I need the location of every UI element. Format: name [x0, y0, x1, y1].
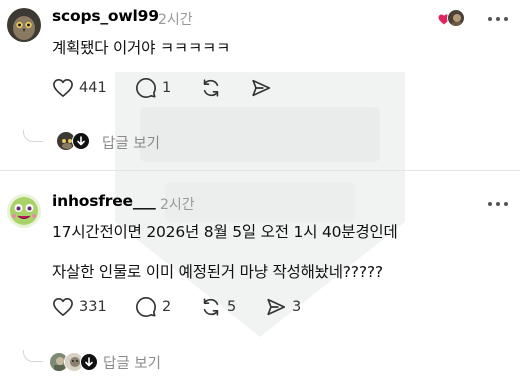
repost-button[interactable]	[200, 77, 227, 99]
view-replies-link[interactable]: 답글 보기	[102, 132, 160, 153]
reaction-avatar	[447, 9, 465, 27]
avatar[interactable]	[7, 8, 41, 42]
comment-icon	[136, 297, 156, 317]
share-button[interactable]: 3	[265, 296, 301, 318]
avatar[interactable]	[7, 194, 41, 228]
like-count: 441	[79, 80, 107, 96]
repost-icon	[203, 79, 219, 97]
username[interactable]: scops_owl99	[52, 7, 159, 25]
more-horizontal-icon[interactable]	[486, 14, 510, 24]
repost-icon	[203, 298, 219, 316]
comment-count: 2	[162, 299, 172, 315]
thread-connector	[23, 130, 43, 142]
share-count: 3	[292, 299, 302, 315]
share-button[interactable]	[250, 77, 277, 99]
comment-button[interactable]: 1	[135, 77, 171, 99]
username[interactable]: inhosfree___	[52, 192, 156, 210]
send-icon	[267, 298, 286, 316]
arrow-down-icon	[80, 353, 98, 371]
send-icon	[252, 79, 271, 97]
like-count: 331	[79, 299, 107, 315]
comment-count: 1	[162, 80, 172, 96]
thread-post: inhosfree___ 2시간 17시간전이면 2026년 8월 5일 오전 …	[0, 172, 520, 383]
heart-icon	[53, 298, 73, 316]
post-text-line: 자살한 인물로 이미 예정된거 마냥 작성해놨네?????	[52, 263, 383, 281]
post-text-line: 17시간전이면 2026년 8월 5일 오전 1시 40분경인데	[52, 223, 398, 241]
heart-icon	[53, 79, 73, 97]
post-divider	[0, 170, 520, 171]
post-text: 계획됐다 이거야 ㅋㅋㅋㅋㅋ	[52, 39, 231, 57]
like-button[interactable]: 441	[52, 77, 107, 99]
more-horizontal-icon[interactable]	[486, 199, 510, 209]
view-replies-link[interactable]: 답글 보기	[103, 352, 161, 373]
post-time: 2시간	[158, 12, 193, 28]
repost-button[interactable]: 5	[200, 296, 236, 318]
thread-connector	[23, 350, 43, 362]
arrow-down-icon	[72, 132, 90, 150]
thread-post: scops_owl99 2시간 계획됐다 이거야 ㅋㅋㅋㅋㅋ 441 1 답글 …	[0, 0, 520, 170]
repost-count: 5	[227, 299, 237, 315]
comment-icon	[136, 78, 156, 98]
like-button[interactable]: 331	[52, 296, 107, 318]
comment-button[interactable]: 2	[135, 296, 171, 318]
post-time: 2시간	[160, 197, 195, 213]
